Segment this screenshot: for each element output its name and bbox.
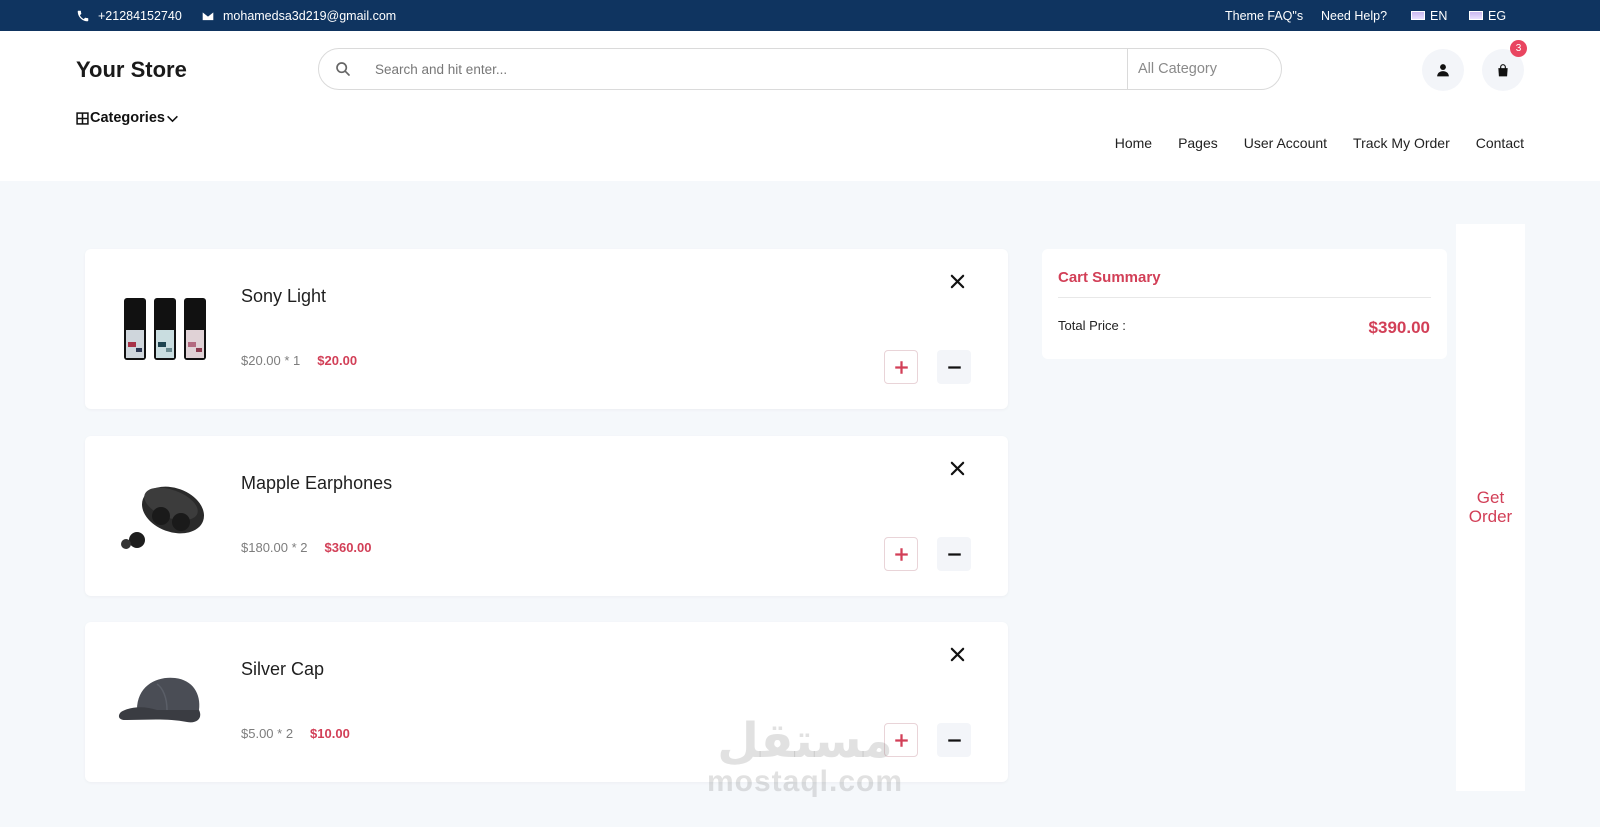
close-icon (950, 461, 964, 475)
mail-icon (201, 10, 215, 21)
decrease-quantity-button[interactable] (937, 723, 971, 757)
nav-home[interactable]: Home (1115, 135, 1152, 151)
product-name[interactable]: Mapple Earphones (241, 473, 392, 494)
plus-icon (894, 733, 908, 747)
remove-item-button[interactable] (945, 642, 969, 666)
top-bar: +21284152740 mohamedsa3d219@gmail.com Th… (0, 0, 1600, 31)
cart-item: Silver Cap $5.00 * 2 $10.00 (85, 622, 1008, 782)
flag-icon (1411, 11, 1425, 20)
categories-label: Categories (90, 110, 165, 126)
grid-icon (76, 111, 89, 125)
main-nav: Home Pages User Account Track My Order C… (1115, 135, 1524, 151)
product-image-sony-light (115, 279, 215, 379)
order-panel: Get Order (1456, 224, 1525, 791)
theme-faq-link[interactable]: Theme FAQ"s (1225, 0, 1303, 31)
plus-icon (894, 360, 908, 374)
summary-divider (1058, 297, 1431, 298)
remove-item-button[interactable] (945, 456, 969, 480)
lang-eg[interactable]: EG (1469, 0, 1506, 31)
plus-icon (894, 547, 908, 561)
shopping-bag-icon (1498, 63, 1508, 76)
line-total: $10.00 (310, 726, 350, 741)
user-icon (1437, 64, 1449, 77)
product-image-mapple-earphones (115, 466, 215, 566)
remove-item-button[interactable] (945, 269, 969, 293)
cart-button[interactable]: 3 (1482, 40, 1527, 91)
decrease-quantity-button[interactable] (937, 537, 971, 571)
minus-icon (947, 365, 961, 369)
flag-icon (1469, 11, 1483, 20)
product-name[interactable]: Sony Light (241, 286, 326, 307)
search-icon[interactable] (335, 61, 351, 77)
nav-user-account[interactable]: User Account (1244, 135, 1327, 151)
product-image-silver-cap (115, 652, 215, 752)
store-logo[interactable]: Your Store (76, 57, 187, 83)
nav-pages[interactable]: Pages (1178, 135, 1218, 151)
phone-contact[interactable]: +21284152740 (76, 0, 182, 31)
lang-en-label: EN (1430, 8, 1448, 23)
cart-item: Sony Light $20.00 * 1 $20.00 (85, 249, 1008, 409)
total-price-value: $390.00 (1368, 318, 1430, 337)
cart-item: Mapple Earphones $180.00 * 2 $360.00 (85, 436, 1008, 596)
email-contact[interactable]: mohamedsa3d219@gmail.com (201, 0, 396, 31)
nav-contact[interactable]: Contact (1476, 135, 1524, 151)
minus-icon (947, 552, 961, 556)
unit-price: $20.00 * 1 (241, 353, 301, 368)
close-icon (950, 647, 964, 661)
decrease-quantity-button[interactable] (937, 350, 971, 384)
cart-count-badge: 3 (1510, 40, 1527, 57)
search-bar: All Category (318, 48, 1282, 90)
product-name[interactable]: Silver Cap (241, 659, 324, 680)
user-account-button[interactable] (1422, 49, 1464, 91)
phone-icon (77, 10, 89, 21)
unit-price: $180.00 * 2 (241, 540, 308, 555)
search-input[interactable] (375, 57, 1135, 81)
get-order-button[interactable]: Get Order (1456, 488, 1525, 526)
category-select[interactable]: All Category (1127, 49, 1282, 89)
lang-eg-label: EG (1488, 8, 1507, 23)
line-total: $20.00 (317, 353, 358, 368)
line-total: $360.00 (324, 540, 372, 555)
email-address: mohamedsa3d219@gmail.com (223, 8, 397, 23)
theme-faq-label: Theme FAQ"s (1225, 8, 1304, 23)
price-line: $20.00 * 1 $20.00 (241, 353, 357, 368)
lang-en[interactable]: EN (1411, 0, 1447, 31)
unit-price: $5.00 * 2 (241, 726, 294, 741)
price-line: $5.00 * 2 $10.00 (241, 726, 350, 741)
price-line: $180.00 * 2 $360.00 (241, 540, 372, 555)
header: Your Store All Category 3 Categories Hom… (0, 31, 1600, 181)
increase-quantity-button[interactable] (884, 350, 918, 384)
summary-title: Cart Summary (1058, 269, 1161, 286)
total-price-label: Total Price : (1058, 318, 1126, 333)
minus-icon (947, 738, 961, 742)
need-help-label: Need Help? (1321, 8, 1388, 23)
nav-track-order[interactable]: Track My Order (1353, 135, 1450, 151)
categories-menu[interactable]: Categories (76, 110, 179, 126)
cart-summary: Cart Summary Total Price : $390.00 (1042, 249, 1447, 359)
increase-quantity-button[interactable] (884, 723, 918, 757)
phone-number: +21284152740 (98, 8, 182, 23)
need-help-link[interactable]: Need Help? (1321, 0, 1387, 31)
close-icon (950, 274, 964, 288)
increase-quantity-button[interactable] (884, 537, 918, 571)
chevron-down-icon (167, 115, 178, 122)
